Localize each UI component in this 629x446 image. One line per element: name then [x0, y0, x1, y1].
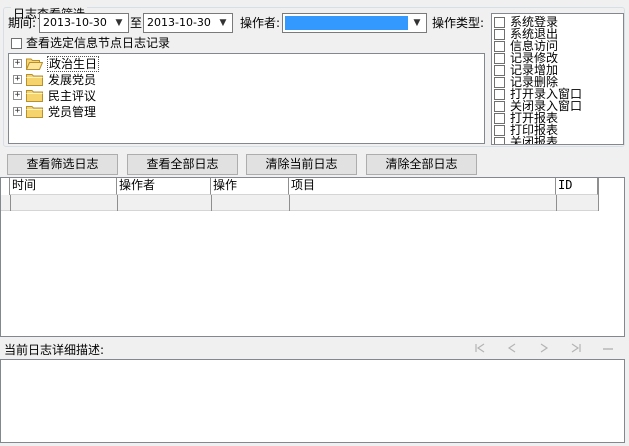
column-header-id[interactable]: ID [556, 178, 598, 195]
tree-node-label[interactable]: 发展党员 [47, 72, 97, 88]
view-all-log-button[interactable]: 查看全部日志 [127, 154, 238, 175]
column-divider [10, 195, 11, 211]
op-type-label[interactable]: 关闭报表 [510, 134, 558, 144]
op-type-checkbox[interactable] [494, 17, 505, 28]
chevron-down-icon[interactable]: ▼ [216, 16, 230, 30]
first-record-icon[interactable] [473, 342, 487, 354]
detail-label: 当前日志详细描述: [4, 343, 105, 357]
open-folder-icon [26, 58, 43, 70]
date-to-value: 2013-10-30 [147, 16, 211, 29]
op-type-checkbox[interactable] [494, 41, 505, 52]
node-only-checkbox[interactable] [11, 38, 22, 49]
tree-node-label[interactable]: 民主评议 [47, 88, 97, 104]
op-type-checkbox[interactable] [494, 101, 505, 112]
log-grid-header: 时间 操作者 操作 项目 ID [1, 178, 598, 195]
view-filtered-log-button[interactable]: 查看筛选日志 [7, 154, 118, 175]
tree-node[interactable]: + 政治生日 [13, 56, 133, 72]
tree-node[interactable]: + 党员管理 [13, 104, 133, 120]
tree-node-label[interactable]: 政治生日 [47, 56, 100, 72]
op-type-checklist[interactable]: 系统登录 系统退出 信息访问 记录修改 记录增加 记录删除 打开录入窗口 关闭录… [491, 13, 624, 145]
op-type-checkbox[interactable] [494, 77, 505, 88]
column-divider [556, 195, 557, 211]
chevron-down-icon[interactable]: ▼ [410, 16, 424, 30]
expand-icon[interactable]: + [13, 75, 22, 84]
tree-node-label[interactable]: 党员管理 [47, 104, 97, 120]
to-label: 至 [130, 16, 143, 30]
delete-record-icon[interactable] [601, 342, 615, 354]
operator-select[interactable]: ▼ [282, 13, 427, 33]
op-type-checkbox[interactable] [494, 89, 505, 100]
tree-node[interactable]: + 发展党员 [13, 72, 133, 88]
clear-all-log-button[interactable]: 清除全部日志 [366, 154, 477, 175]
column-header-time[interactable]: 时间 [10, 178, 117, 195]
node-only-label[interactable]: 查看选定信息节点日志记录 [26, 35, 170, 51]
column-divider [289, 195, 290, 211]
column-header-item[interactable]: 项目 [289, 178, 556, 195]
clear-current-log-button[interactable]: 清除当前日志 [246, 154, 357, 175]
log-grid[interactable]: 时间 操作者 操作 项目 ID [0, 177, 625, 337]
op-type-checkbox[interactable] [494, 65, 505, 76]
column-header-operator[interactable]: 操作者 [117, 178, 211, 195]
expand-icon[interactable]: + [13, 107, 22, 116]
date-to-picker[interactable]: 2013-10-30 ▼ [143, 13, 233, 33]
empty-row[interactable] [1, 195, 598, 211]
next-record-icon[interactable] [537, 342, 551, 354]
folder-icon [26, 90, 43, 102]
op-type-checkbox[interactable] [494, 53, 505, 64]
last-record-icon[interactable] [569, 342, 583, 354]
chevron-down-icon[interactable]: ▼ [112, 16, 126, 30]
date-from-picker[interactable]: 2013-10-30 ▼ [39, 13, 129, 33]
op-type-checkbox[interactable] [494, 113, 505, 124]
column-divider [117, 195, 118, 211]
folder-icon [26, 106, 43, 118]
tree-node[interactable]: + 民主评议 [13, 88, 133, 104]
expand-icon[interactable]: + [13, 59, 22, 68]
operator-selection-highlight [285, 16, 408, 30]
info-node-tree[interactable]: + 政治生日 + 发展党员 + 民主评议 + 党员管理 [8, 53, 485, 144]
prior-record-icon[interactable] [505, 342, 519, 354]
date-from-value: 2013-10-30 [43, 16, 107, 29]
column-divider [598, 178, 599, 211]
op-type-label: 操作类型: [432, 16, 485, 30]
detail-textarea[interactable] [0, 359, 625, 443]
column-divider [211, 195, 212, 211]
op-type-checkbox[interactable] [494, 137, 505, 144]
period-label: 期间: [8, 16, 37, 30]
op-type-checkbox[interactable] [494, 125, 505, 136]
column-header-action[interactable]: 操作 [211, 178, 289, 195]
expand-icon[interactable]: + [13, 91, 22, 100]
folder-icon [26, 74, 43, 86]
op-type-checkbox[interactable] [494, 29, 505, 40]
operator-label: 操作者: [240, 16, 281, 30]
